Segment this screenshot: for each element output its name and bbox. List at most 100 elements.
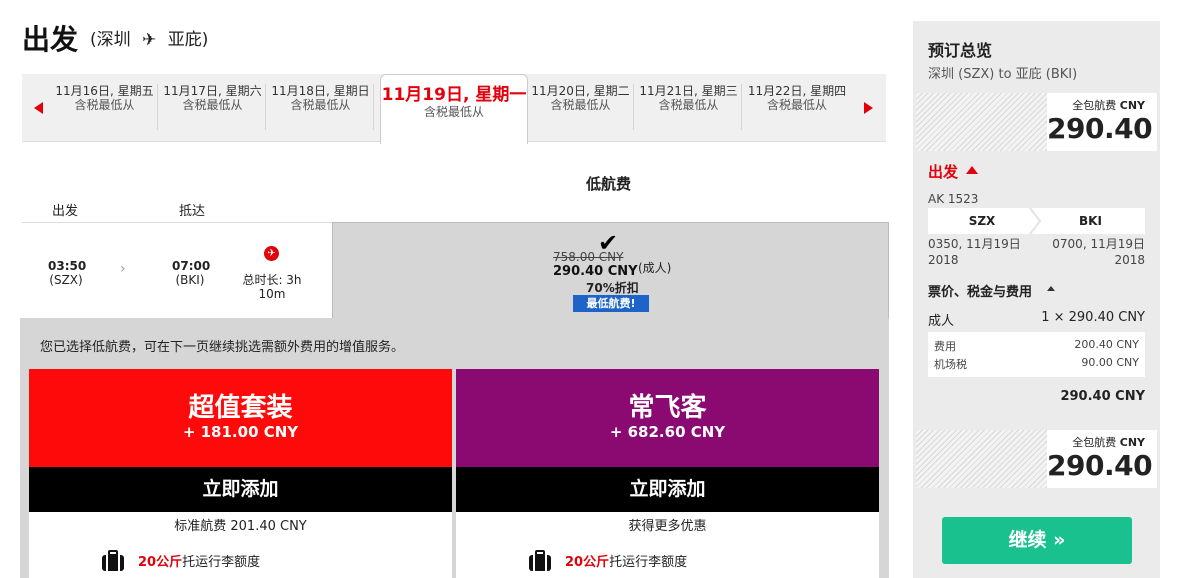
route-destination: 亚庇) — [167, 30, 209, 50]
summary-title: 预订总览 — [928, 41, 993, 60]
departure-section-label[interactable]: 出发 — [928, 161, 958, 182]
continue-button[interactable]: 继续 » — [942, 517, 1132, 564]
booking-summary-sidebar: 预订总览 深圳 (SZX) to 亚庇 (BKI) 全包航费 CNY 290.4… — [913, 21, 1160, 578]
date-tab-date: 11月19日, 星期一 — [381, 85, 527, 105]
duration-line-2: 10m — [258, 287, 286, 301]
low-fare-cell[interactable]: ✔ 758.00 CNY 290.40 CNY (成人) 70%折扣 最低航费! — [332, 222, 889, 318]
total-currency: CNY — [1119, 436, 1145, 449]
duration-line-1: 总时长: 3h — [242, 273, 302, 287]
baggage-text: 托运行李额度 — [609, 555, 688, 570]
fees-heading[interactable]: 票价、税金与费用 — [928, 281, 1032, 300]
flight-segment: SZX BKI — [928, 208, 1145, 234]
summary-route: 深圳 (SZX) to 亚庇 (BKI) — [928, 67, 1078, 82]
date-selector: 11月16日, 星期五 含税最低从 11月17日, 星期六 含税最低从 11月1… — [22, 74, 886, 144]
bundle-name: 超值套装 — [188, 393, 293, 423]
caret-up-icon[interactable] — [966, 166, 978, 174]
prev-date-arrow-icon[interactable] — [34, 102, 43, 114]
arrival-airport-code: (BKI) — [175, 273, 205, 287]
total-fare: 全包航费 CNY 290.40 — [1047, 430, 1157, 488]
flight-duration: 总时长: 3h 10m — [242, 273, 302, 301]
fare-column-title: 低航费 — [586, 175, 632, 193]
date-tab-sub: 含税最低从 — [766, 98, 827, 112]
total-fare-box: 全包航费 CNY 290.40 — [916, 93, 1157, 151]
route-summary: (深圳 ✈ 亚庇) — [90, 25, 214, 50]
departure-column-header: 出发 — [52, 204, 79, 219]
total-label: 全包航费 CNY — [1047, 430, 1145, 450]
discount-label: 70%折扣 — [586, 281, 639, 295]
bundle-upsell-panel: 您已选择低航费，可在下一页继续挑选需额外费用的增值服务。 超值套装 + 181.… — [20, 318, 889, 578]
departure-year: 2018 — [928, 253, 959, 267]
date-tab-date: 11月16日, 星期五 — [55, 84, 154, 98]
date-tab-sub: 含税最低从 — [658, 98, 719, 112]
arrival-column-header: 抵达 — [179, 204, 206, 219]
total-fare: 全包航费 CNY 290.40 — [1047, 93, 1157, 151]
departure-datetime: 0350, 11月19日 — [928, 237, 1021, 251]
baggage-weight: 20公斤 — [565, 555, 610, 570]
flight-row: 03:50 (SZX) › 07:00 (BKI) ✈ 总时长: 3h 10m — [22, 222, 332, 318]
bundle-name: 常飞客 — [628, 393, 707, 423]
sale-price: 290.40 CNY — [553, 264, 638, 279]
date-tab-date: 11月17日, 星期六 — [163, 84, 262, 98]
fee-breakdown: 费用 200.40 CNY 机场税 90.00 CNY — [928, 332, 1145, 377]
date-tab-sub: 含税最低从 — [290, 98, 351, 112]
date-tab-nov20[interactable]: 11月20日, 星期二 含税最低从 — [528, 84, 634, 130]
date-tab-date: 11月22日, 星期四 — [747, 84, 847, 98]
departure-airport-code: (SZX) — [49, 273, 83, 287]
segment-destination: BKI — [1079, 214, 1102, 228]
fee-value: 200.40 CNY — [1074, 338, 1139, 351]
date-tab-sub: 含税最低从 — [423, 105, 484, 119]
date-tab-date: 11月20日, 星期二 — [531, 84, 630, 98]
date-tab-date: 11月18日, 星期日 — [271, 84, 370, 98]
bundle-frequent-flyer: 常飞客 + 682.60 CNY 立即添加 获得更多优惠 20公斤托运行李额度 — [456, 369, 879, 578]
add-value-pack-button[interactable]: 立即添加 — [29, 467, 452, 512]
bundle-subtitle: 获得更多优惠 — [628, 519, 707, 534]
bundle-header: 超值套装 + 181.00 CNY — [29, 369, 452, 467]
chevron-right-icon — [1029, 208, 1042, 234]
date-tab-nov21[interactable]: 11月21日, 星期三 含税最低从 — [636, 84, 742, 130]
total-amount: 290.40 — [1047, 449, 1153, 482]
date-tab-nov16[interactable]: 11月16日, 星期五 含税最低从 — [52, 84, 158, 130]
date-tab-sub: 含税最低从 — [74, 98, 135, 112]
caret-up-icon[interactable] — [1047, 286, 1055, 291]
arrival-year: 2018 — [1114, 253, 1145, 267]
date-tab-sub: 含税最低从 — [182, 98, 243, 112]
passenger-type: (成人) — [638, 261, 672, 275]
date-tab-nov22[interactable]: 11月22日, 星期四 含税最低从 — [744, 84, 850, 130]
adult-fare-value: 1 × 290.40 CNY — [1041, 310, 1145, 325]
departure-time: 03:50 — [48, 259, 87, 273]
total-label: 全包航费 CNY — [1047, 93, 1145, 113]
bundle-price: + 181.00 CNY — [182, 423, 299, 441]
date-tab-sub: 含税最低从 — [550, 98, 611, 112]
arrival-datetime: 0700, 11月19日 — [1052, 237, 1145, 251]
plane-icon: ✈ — [142, 30, 157, 50]
chevron-right-icon: › — [120, 261, 126, 277]
date-tab-date: 11月21日, 星期三 — [639, 84, 738, 98]
date-tab-nov17[interactable]: 11月17日, 星期六 含税最低从 — [160, 84, 266, 130]
page-title: 出发 — [22, 23, 79, 56]
flight-number: AK 1523 — [928, 192, 979, 206]
luggage-icon — [529, 550, 551, 571]
airport-tax-label: 机场税 — [934, 358, 967, 371]
bundle-header: 常飞客 + 682.60 CNY — [456, 369, 879, 467]
total-currency: CNY — [1119, 99, 1145, 112]
fee-label: 费用 — [934, 340, 956, 353]
airport-tax-value: 90.00 CNY — [1081, 356, 1139, 369]
date-tab-nov18[interactable]: 11月18日, 星期日 含税最低从 — [268, 84, 374, 130]
baggage-allowance: 20公斤托运行李额度 — [138, 551, 260, 570]
lowest-fare-badge: 最低航费! — [573, 295, 649, 312]
date-tab-nov19-active[interactable]: 11月19日, 星期一 含税最低从 — [380, 74, 528, 144]
total-fare-box: 全包航费 CNY 290.40 — [916, 430, 1157, 488]
adult-label: 成人 — [928, 314, 955, 329]
arrival-time: 07:00 — [172, 259, 211, 273]
total-amount: 290.40 — [1047, 112, 1153, 145]
baggage-allowance: 20公斤托运行李额度 — [565, 551, 687, 570]
bundle-subtitle: 标准航费 201.40 CNY — [174, 519, 307, 534]
total-label-text: 全包航费 — [1072, 99, 1117, 112]
bundle-value-pack: 超值套装 + 181.00 CNY 立即添加 标准航费 201.40 CNY 2… — [29, 369, 452, 578]
add-frequent-flyer-button[interactable]: 立即添加 — [456, 467, 879, 512]
next-date-arrow-icon[interactable] — [864, 102, 873, 114]
luggage-icon — [102, 550, 124, 571]
route-origin: (深圳 — [90, 30, 131, 50]
flight-details-icon[interactable]: ✈ — [264, 246, 279, 261]
bundle-price: + 682.60 CNY — [609, 423, 726, 441]
